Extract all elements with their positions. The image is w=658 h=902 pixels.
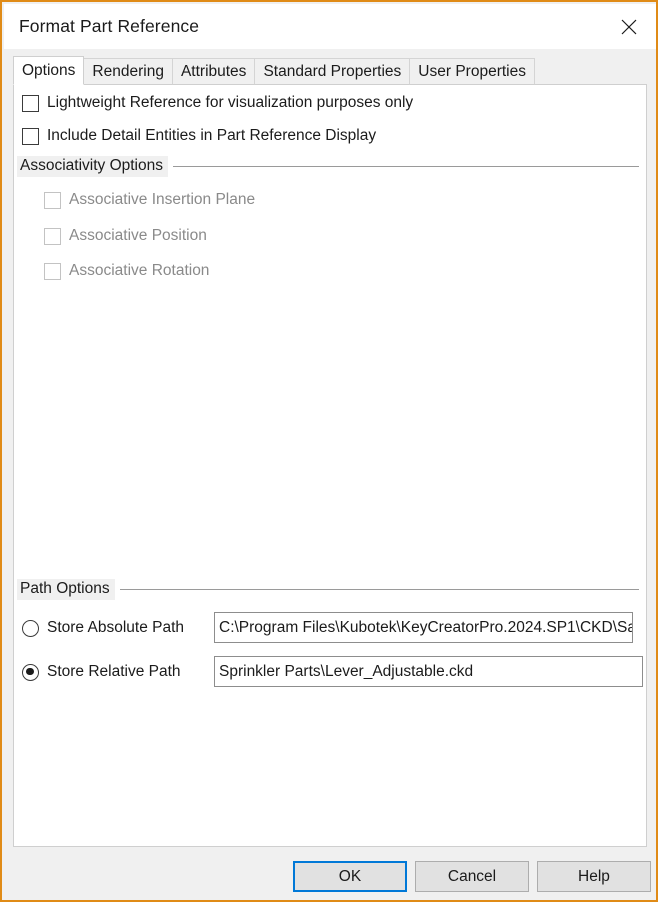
tab-attributes[interactable]: Attributes <box>171 58 256 85</box>
path-options-group-label: Path Options <box>17 579 115 600</box>
tab-strip: Options Rendering Attributes Standard Pr… <box>13 56 535 85</box>
tab-attributes-label: Attributes <box>180 62 247 80</box>
checkbox-associative-rotation[interactable]: Associative Rotation <box>44 262 209 280</box>
checkbox-associative-rotation-label: Associative Rotation <box>69 262 210 279</box>
tab-standard-properties[interactable]: Standard Properties <box>254 58 411 85</box>
checkbox-associative-insertion-plane-box[interactable] <box>44 191 61 209</box>
tab-options[interactable]: Options <box>13 56 85 85</box>
tab-user-properties-label: User Properties <box>418 62 526 80</box>
radio-store-absolute-path-control[interactable] <box>22 619 39 637</box>
tab-user-properties[interactable]: User Properties <box>409 58 535 85</box>
ok-button-label: OK <box>338 867 362 885</box>
checkbox-lightweight-reference[interactable]: Lightweight Reference for visualization … <box>22 94 413 112</box>
relative-path-input[interactable]: Sprinkler Parts\Lever_Adjustable.ckd <box>214 656 643 687</box>
checkbox-include-detail-entities[interactable]: Include Detail Entities in Part Referenc… <box>22 127 376 145</box>
tab-rendering-label: Rendering <box>92 62 164 80</box>
relative-path-input-value: Sprinkler Parts\Lever_Adjustable.ckd <box>219 662 474 680</box>
checkbox-associative-position[interactable]: Associative Position <box>44 227 207 245</box>
help-button[interactable]: Help <box>537 861 651 892</box>
checkbox-associative-insertion-plane-label: Associative Insertion Plane <box>69 191 256 208</box>
cancel-button[interactable]: Cancel <box>415 861 529 892</box>
checkbox-lightweight-reference-label: Lightweight Reference for visualization … <box>47 94 414 111</box>
absolute-path-input[interactable]: C:\Program Files\Kubotek\KeyCreatorPro.2… <box>214 612 633 643</box>
checkbox-include-detail-entities-label: Include Detail Entities in Part Referenc… <box>47 127 377 144</box>
checkbox-associative-rotation-box[interactable] <box>44 262 61 280</box>
radio-store-absolute-path-label: Store Absolute Path <box>47 619 185 636</box>
close-icon[interactable] <box>606 4 652 49</box>
tab-standard-properties-label: Standard Properties <box>263 62 402 80</box>
cancel-button-label: Cancel <box>447 867 497 885</box>
checkbox-include-detail-entities-box[interactable] <box>22 127 39 145</box>
dialog-title: Format Part Reference <box>19 16 200 36</box>
checkbox-lightweight-reference-box[interactable] <box>22 94 39 112</box>
associativity-options-group-rule <box>173 166 639 167</box>
options-tab-panel: Lightweight Reference for visualization … <box>13 84 647 847</box>
radio-store-relative-path-control[interactable] <box>22 663 39 681</box>
radio-store-relative-path[interactable]: Store Relative Path <box>22 663 181 681</box>
path-options-group: Path Options <box>17 579 639 600</box>
title-bar: Format Part Reference <box>4 4 656 49</box>
tab-options-label: Options <box>22 61 76 79</box>
checkbox-associative-position-box[interactable] <box>44 227 61 245</box>
radio-store-absolute-path[interactable]: Store Absolute Path <box>22 619 184 637</box>
checkbox-associative-position-label: Associative Position <box>69 227 207 244</box>
help-button-label: Help <box>578 867 610 885</box>
path-options-group-rule <box>119 589 639 590</box>
checkbox-associative-insertion-plane[interactable]: Associative Insertion Plane <box>44 191 255 209</box>
format-part-reference-dialog: Format Part Reference Options Rendering … <box>0 0 658 902</box>
radio-store-relative-path-label: Store Relative Path <box>47 663 181 680</box>
ok-button[interactable]: OK <box>293 861 407 892</box>
tab-rendering[interactable]: Rendering <box>83 58 173 85</box>
associativity-options-group: Associativity Options <box>17 156 639 177</box>
absolute-path-input-value: C:\Program Files\Kubotek\KeyCreatorPro.2… <box>219 618 633 636</box>
associativity-options-group-label: Associativity Options <box>17 156 168 177</box>
